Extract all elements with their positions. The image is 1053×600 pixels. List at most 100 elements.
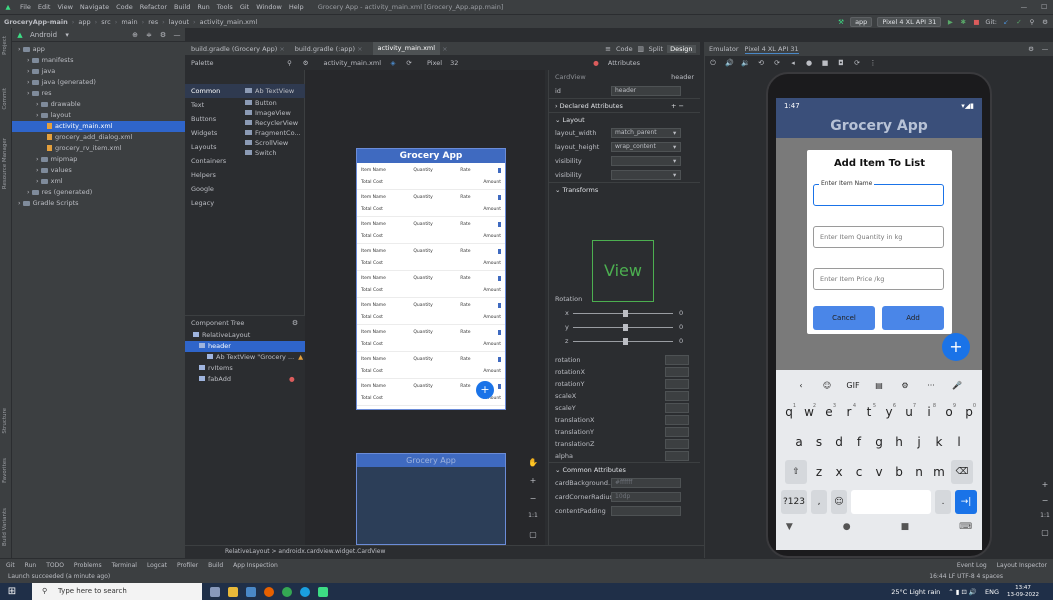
breadcrumb-item[interactable]: GroceryApp-main [4, 18, 68, 26]
git-commit-icon[interactable]: ✓ [1015, 18, 1023, 26]
key-g[interactable]: g [871, 430, 887, 454]
tree-item[interactable]: › layout [12, 110, 185, 121]
key-p[interactable]: p0 [961, 400, 977, 424]
expand-arrow-icon[interactable]: › [18, 45, 21, 53]
palette-category[interactable]: Buttons [185, 112, 245, 126]
key-y[interactable]: y6 [881, 400, 897, 424]
store-icon[interactable] [246, 586, 256, 597]
rotation-slider[interactable] [573, 310, 673, 317]
layout-file-dropdown[interactable]: activity_main.xml [324, 59, 382, 67]
editor-tab[interactable]: build.gradle (Grocery App) [191, 45, 277, 53]
expand-arrow-icon[interactable]: › [27, 67, 30, 75]
attribute-value-input[interactable] [665, 451, 689, 461]
key-i[interactable]: i8 [921, 400, 937, 424]
volume-up-icon[interactable]: 🔊 [725, 59, 734, 67]
backspace-key[interactable]: ⌫ [951, 460, 973, 484]
tree-item[interactable]: › xml [12, 176, 185, 187]
view-mode-design[interactable]: Design [667, 45, 696, 53]
zoom-out-icon[interactable]: − [528, 494, 538, 512]
device-preview-dropdown[interactable]: Pixel [427, 59, 442, 67]
tool-window-logcat[interactable]: Logcat [147, 562, 167, 569]
windows-start-icon[interactable]: ⊞ [0, 586, 24, 597]
warning-icon[interactable]: ▲ [298, 353, 303, 361]
back-icon[interactable]: ◂ [789, 59, 797, 67]
preview-fab-button[interactable]: + [476, 381, 494, 399]
palette-category[interactable]: Legacy [185, 196, 245, 210]
menu-item-help[interactable]: Help [289, 3, 304, 11]
item-name-input[interactable]: Enter Item Name [813, 180, 944, 206]
maximize-button[interactable]: ☐ [1041, 3, 1047, 11]
attribute-value-input[interactable] [665, 415, 689, 425]
key-f[interactable]: f [851, 430, 867, 454]
palette-search-icon[interactable]: ⚲ [286, 59, 294, 67]
attribute-value-input[interactable] [611, 506, 681, 516]
palette-category[interactable]: Containers [185, 154, 245, 168]
locate-icon[interactable]: ⊕ [131, 31, 139, 39]
palette-widget[interactable]: Ab TextView [245, 84, 305, 98]
view-mode-code[interactable]: Code [616, 45, 633, 53]
zoom-in-icon[interactable]: + [1037, 480, 1053, 496]
attribute-value-input[interactable] [665, 391, 689, 401]
component-breadcrumb[interactable]: RelativeLayout > androidx.cardview.widge… [185, 545, 704, 558]
component-tree-item[interactable]: fabAdd ● [185, 374, 305, 385]
view-mode-split[interactable]: Split [649, 45, 663, 53]
design-preview[interactable]: Grocery App Item Name Quantity Rate Total C… [356, 148, 506, 410]
menu-item-code[interactable]: Code [116, 3, 133, 11]
search-icon[interactable]: ⚲ [1028, 18, 1036, 26]
tree-item[interactable]: › java [12, 66, 185, 77]
key-w[interactable]: w2 [801, 400, 817, 424]
key-o[interactable]: o9 [941, 400, 957, 424]
breadcrumb-item[interactable]: src [101, 18, 111, 26]
palette-widget[interactable]: Button [245, 98, 305, 108]
menu-item-navigate[interactable]: Navigate [80, 3, 109, 11]
settings-icon[interactable]: ⚙ [1041, 18, 1049, 26]
side-tab-resource-manager[interactable]: Resource Manager [2, 138, 8, 189]
zoom-fit-icon[interactable]: 1:1 [1037, 512, 1053, 528]
hammer-icon[interactable]: ⚒ [837, 18, 845, 26]
hide-icon[interactable]: — [173, 31, 181, 39]
key-x[interactable]: x [831, 460, 847, 484]
palette-category[interactable]: Common [185, 84, 245, 98]
nav-recents-icon[interactable]: ■ [901, 522, 910, 532]
palette-category[interactable]: Helpers [185, 168, 245, 182]
close-tab-icon[interactable]: × [357, 45, 362, 53]
rotate-right-icon[interactable]: ⟳ [773, 59, 781, 67]
tool-window-app-inspection[interactable]: App Inspection [233, 562, 278, 569]
menu-item-tools[interactable]: Tools [217, 3, 233, 11]
expand-arrow-icon[interactable]: › [36, 166, 39, 174]
key-a[interactable]: a [791, 430, 807, 454]
keyboard-switch-icon[interactable]: ⌨ [959, 522, 972, 532]
tool-window-todo[interactable]: TODO [46, 562, 64, 569]
key-m[interactable]: m [931, 460, 947, 484]
home-icon[interactable]: ● [805, 59, 813, 67]
design-surface-icon[interactable]: ◈ [389, 59, 397, 67]
firefox-icon[interactable] [264, 586, 274, 597]
tool-window-layout-inspector[interactable]: Layout Inspector [997, 562, 1047, 569]
item-quantity-input[interactable]: Enter Item Quantity in kg [813, 226, 944, 248]
palette-widget[interactable]: ImageView [245, 108, 305, 118]
rotate-left-icon[interactable]: ⟲ [757, 59, 765, 67]
tree-item[interactable]: › values [12, 165, 185, 176]
attribute-value-input[interactable] [665, 439, 689, 449]
expand-arrow-icon[interactable]: › [27, 78, 30, 86]
tool-window-problems[interactable]: Problems [74, 562, 102, 569]
palette-widget[interactable]: ScrollView [245, 138, 305, 148]
tree-item[interactable]: › app [12, 44, 185, 55]
side-tab-build-variants[interactable]: Build Variants [2, 508, 8, 546]
error-icon[interactable]: ● [289, 375, 295, 383]
menu-item-edit[interactable]: Edit [38, 3, 51, 11]
palette-widget[interactable]: Switch [245, 148, 305, 158]
tool-window-terminal[interactable]: Terminal [112, 562, 137, 569]
side-tab-project[interactable]: Project [2, 36, 8, 55]
menu-item-run[interactable]: Run [197, 3, 209, 11]
zoom-in-icon[interactable]: + [528, 476, 538, 494]
project-view-dropdown[interactable]: Android [30, 31, 57, 39]
run-icon[interactable]: ▶ [946, 18, 954, 26]
fit-screen-icon[interactable]: ▢ [1037, 528, 1053, 544]
menu-item-window[interactable]: Window [256, 3, 282, 11]
hide-icon[interactable]: — [1041, 45, 1049, 53]
screenshot-icon[interactable]: ◘ [837, 59, 845, 67]
keyboard-tool-key[interactable]: ⚙ [896, 374, 914, 398]
rotation-slider[interactable] [573, 338, 673, 345]
chevron-down-icon[interactable]: ▾ [673, 168, 676, 182]
